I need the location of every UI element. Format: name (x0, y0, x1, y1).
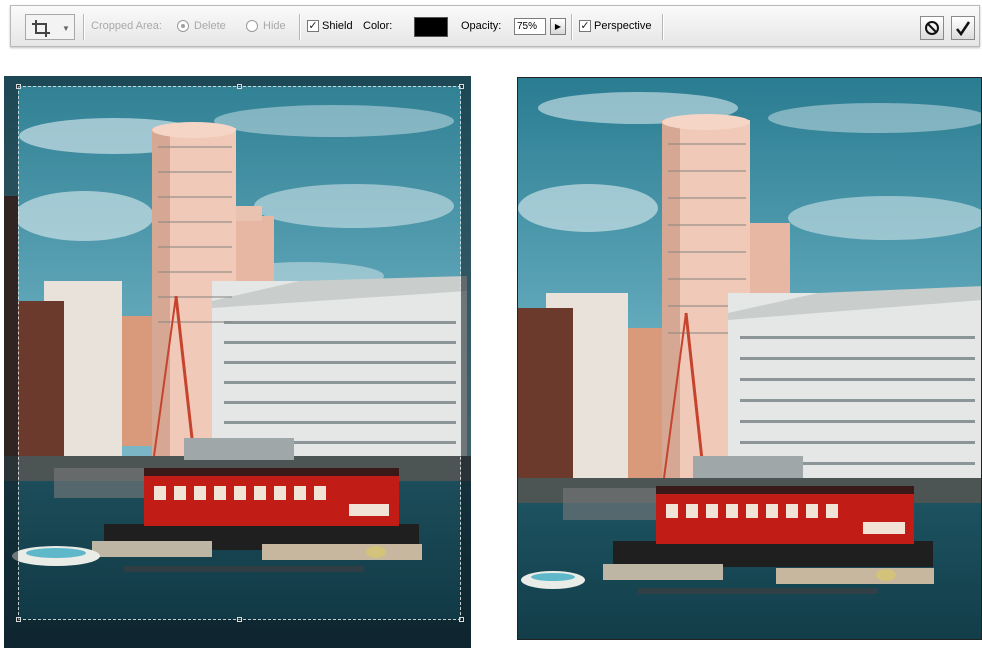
shield-overlay-left (4, 86, 18, 620)
crop-handle-bottom-left[interactable] (16, 617, 21, 622)
cropped-area-label: Cropped Area: (91, 20, 162, 32)
harbor-photo-corrected (518, 78, 981, 639)
crop-preview-image[interactable] (4, 76, 471, 648)
color-label: Color: (363, 20, 393, 32)
perspective-label: Perspective (594, 20, 652, 32)
shield-checkbox[interactable]: ✓ (307, 20, 319, 32)
checkmark-icon (956, 21, 971, 36)
crop-tool-icon (32, 20, 50, 37)
opacity-slider-button[interactable]: ▶ (550, 18, 566, 35)
toolbar-separator (83, 14, 84, 40)
shield-color-swatch[interactable] (414, 17, 448, 37)
hide-radio[interactable] (246, 20, 258, 32)
crop-handle-top[interactable] (237, 84, 242, 89)
commit-crop-button[interactable] (951, 16, 975, 40)
toolbar-separator (299, 14, 300, 40)
hide-label: Hide (263, 20, 286, 32)
toolbar-separator (571, 14, 572, 40)
perspective-checkbox[interactable]: ✓ (579, 20, 591, 32)
shield-overlay-bottom (4, 620, 471, 648)
tool-preset-picker[interactable]: ▼ (25, 14, 75, 40)
crop-marquee[interactable] (18, 86, 461, 620)
cropped-result-image (517, 77, 982, 640)
crop-handle-bottom[interactable] (237, 617, 242, 622)
cancel-icon (925, 21, 939, 35)
crop-handle-top-left[interactable] (16, 84, 21, 89)
opacity-input[interactable] (514, 18, 546, 35)
cancel-crop-button[interactable] (920, 16, 944, 40)
opacity-label: Opacity: (461, 20, 502, 32)
crop-handle-bottom-right[interactable] (459, 617, 464, 622)
shield-overlay-right (461, 86, 471, 620)
crop-handle-top-right[interactable] (459, 84, 464, 89)
toolbar-separator (662, 14, 663, 40)
shield-label: Shield (322, 20, 353, 32)
delete-radio[interactable] (177, 20, 189, 32)
options-bar: ▼ Cropped Area: Delete Hide ✓ Shield Col… (10, 5, 980, 47)
chevron-down-icon: ▼ (62, 24, 70, 33)
triangle-right-icon: ▶ (554, 22, 562, 31)
delete-label: Delete (194, 20, 226, 32)
